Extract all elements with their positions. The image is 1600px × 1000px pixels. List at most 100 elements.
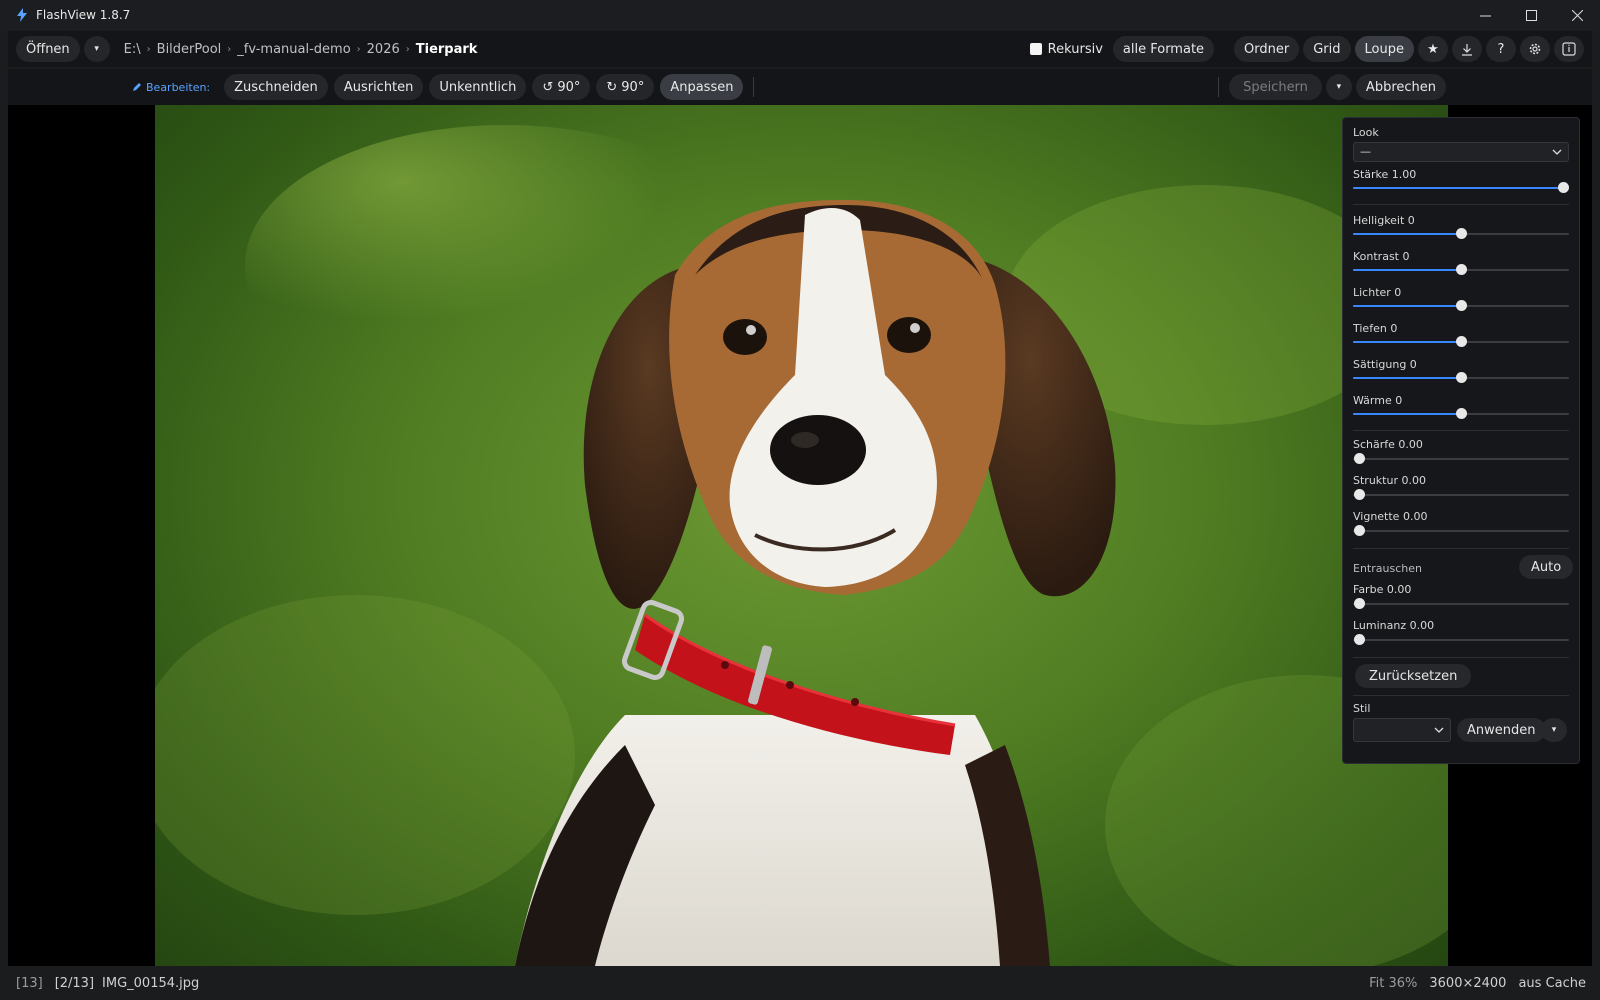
panel-divider xyxy=(1353,430,1569,431)
slider-thumb[interactable] xyxy=(1354,598,1365,609)
slider-label-strength: Stärke 1.00 xyxy=(1353,168,1417,181)
slider-thumb[interactable] xyxy=(1456,336,1467,347)
sharpness-slider[interactable] xyxy=(1353,453,1569,465)
slider-label-vignette: Vignette 0.00 xyxy=(1353,510,1428,523)
format-filter-button[interactable]: alle Formate xyxy=(1112,36,1215,62)
chevron-right-icon: › xyxy=(227,43,232,55)
highlights-slider[interactable] xyxy=(1353,300,1569,312)
reset-button[interactable]: Zurücksetzen xyxy=(1355,664,1472,688)
breadcrumb-item-bilderpool[interactable]: BilderPool xyxy=(157,42,222,57)
slider-label-sharpness: Schärfe 0.00 xyxy=(1353,438,1423,451)
save-dropdown-button[interactable]: ▾ xyxy=(1325,74,1352,100)
info-panel-button[interactable] xyxy=(1554,36,1584,62)
breadcrumb-item-year[interactable]: 2026 xyxy=(367,42,400,57)
minimize-icon xyxy=(1479,15,1491,16)
slider-thumb[interactable] xyxy=(1456,228,1467,239)
chevron-right-icon: › xyxy=(356,43,361,55)
help-button[interactable]: ? xyxy=(1486,36,1516,62)
slider-label-saturation: Sättigung 0 xyxy=(1353,358,1417,371)
breadcrumb-item-current[interactable]: Tierpark xyxy=(416,42,478,57)
vignette-slider[interactable] xyxy=(1353,525,1569,537)
zoom-level[interactable]: Fit 36% xyxy=(1369,976,1417,991)
slider-thumb[interactable] xyxy=(1456,264,1467,275)
slider-label-color-noise: Farbe 0.00 xyxy=(1353,583,1412,596)
apply-style-button[interactable]: Anwenden xyxy=(1457,718,1546,742)
rotate-left-button[interactable]: ↺ 90° xyxy=(532,74,591,100)
chevron-down-icon xyxy=(1434,727,1444,733)
cancel-button[interactable]: Abbrechen xyxy=(1355,74,1446,100)
blur-button[interactable]: Unkenntlich xyxy=(429,74,527,100)
open-button[interactable]: Öffnen xyxy=(16,36,80,62)
image-dimensions: 3600×2400 xyxy=(1429,975,1507,991)
adjust-panel: Look — Stärke 1.00 Helligkeit 0 Kontrast… xyxy=(1342,117,1580,764)
slider-label-structure: Struktur 0.00 xyxy=(1353,474,1426,487)
look-select[interactable]: — xyxy=(1353,142,1569,162)
warmth-slider[interactable] xyxy=(1353,408,1569,420)
slider-thumb[interactable] xyxy=(1456,408,1467,419)
close-icon xyxy=(1571,9,1583,21)
download-icon xyxy=(1462,43,1472,56)
slider-thumb[interactable] xyxy=(1354,453,1365,464)
title-bar: FlashView 1.8.7 xyxy=(0,0,1600,30)
edit-toolbar: Bearbeiten: Zuschneiden Ausrichten Unken… xyxy=(8,69,1592,105)
shadows-slider[interactable] xyxy=(1353,336,1569,348)
chevron-right-icon: › xyxy=(146,43,151,55)
download-button[interactable] xyxy=(1452,36,1482,62)
breadcrumb-item-drive[interactable]: E:\ xyxy=(124,42,141,57)
adjust-button[interactable]: Anpassen xyxy=(660,74,744,100)
maximize-icon xyxy=(1525,9,1537,21)
main-toolbar: Öffnen ▾ E:\ › BilderPool › _fv-manual-d… xyxy=(8,31,1592,67)
breadcrumb-item-demo[interactable]: _fv-manual-demo xyxy=(237,42,350,57)
slider-label-highlights: Lichter 0 xyxy=(1353,286,1402,299)
slider-label-warmth: Wärme 0 xyxy=(1353,394,1403,407)
color-noise-slider[interactable] xyxy=(1353,598,1569,610)
slider-thumb[interactable] xyxy=(1456,372,1467,383)
view-folder-button[interactable]: Ordner xyxy=(1234,36,1300,62)
panel-divider xyxy=(1353,695,1569,696)
slider-label-contrast: Kontrast 0 xyxy=(1353,250,1410,263)
luminance-noise-slider[interactable] xyxy=(1353,634,1569,646)
slider-thumb[interactable] xyxy=(1354,525,1365,536)
file-position: [2/13] xyxy=(54,975,95,991)
chevron-right-icon: › xyxy=(405,43,410,55)
edit-label: Bearbeiten: xyxy=(132,81,210,94)
view-grid-button[interactable]: Grid xyxy=(1303,36,1351,62)
pencil-icon xyxy=(133,83,141,91)
minimize-button[interactable] xyxy=(1462,0,1508,30)
straighten-button[interactable]: Ausrichten xyxy=(333,74,424,100)
auto-denoise-button[interactable]: Auto xyxy=(1519,555,1574,579)
rotate-right-button[interactable]: ↻ 90° xyxy=(596,74,655,100)
structure-slider[interactable] xyxy=(1353,489,1569,501)
toolbar-divider xyxy=(1218,77,1220,97)
denoise-label: Entrauschen xyxy=(1353,562,1422,575)
save-button[interactable]: Speichern xyxy=(1229,74,1322,100)
settings-button[interactable] xyxy=(1520,36,1550,62)
slider-thumb[interactable] xyxy=(1354,489,1365,500)
star-icon: ★ xyxy=(1427,41,1439,57)
crop-button[interactable]: Zuschneiden xyxy=(224,74,328,100)
star-button[interactable]: ★ xyxy=(1418,36,1448,62)
flash-icon xyxy=(14,7,30,23)
look-label: Look xyxy=(1353,126,1379,139)
apply-dropdown-button[interactable]: ▾ xyxy=(1541,718,1567,742)
info-icon xyxy=(1562,42,1576,56)
help-icon: ? xyxy=(1497,41,1505,57)
maximize-button[interactable] xyxy=(1508,0,1554,30)
strength-slider[interactable] xyxy=(1353,182,1569,194)
recursive-toggle[interactable]: Rekursiv xyxy=(1029,41,1103,57)
brightness-slider[interactable] xyxy=(1353,228,1569,240)
recursive-label: Rekursiv xyxy=(1047,41,1103,57)
slider-thumb[interactable] xyxy=(1354,634,1365,645)
slider-label-shadows: Tiefen 0 xyxy=(1353,322,1398,335)
slider-thumb[interactable] xyxy=(1456,300,1467,311)
style-select[interactable] xyxy=(1353,718,1451,742)
close-button[interactable] xyxy=(1554,0,1600,30)
toolbar-divider xyxy=(753,77,755,97)
panel-divider xyxy=(1353,548,1569,549)
saturation-slider[interactable] xyxy=(1353,372,1569,384)
view-loupe-button[interactable]: Loupe xyxy=(1354,36,1414,62)
slider-thumb[interactable] xyxy=(1558,182,1569,193)
contrast-slider[interactable] xyxy=(1353,264,1569,276)
open-dropdown-button[interactable]: ▾ xyxy=(83,36,110,62)
recursive-checkbox[interactable] xyxy=(1029,43,1042,55)
